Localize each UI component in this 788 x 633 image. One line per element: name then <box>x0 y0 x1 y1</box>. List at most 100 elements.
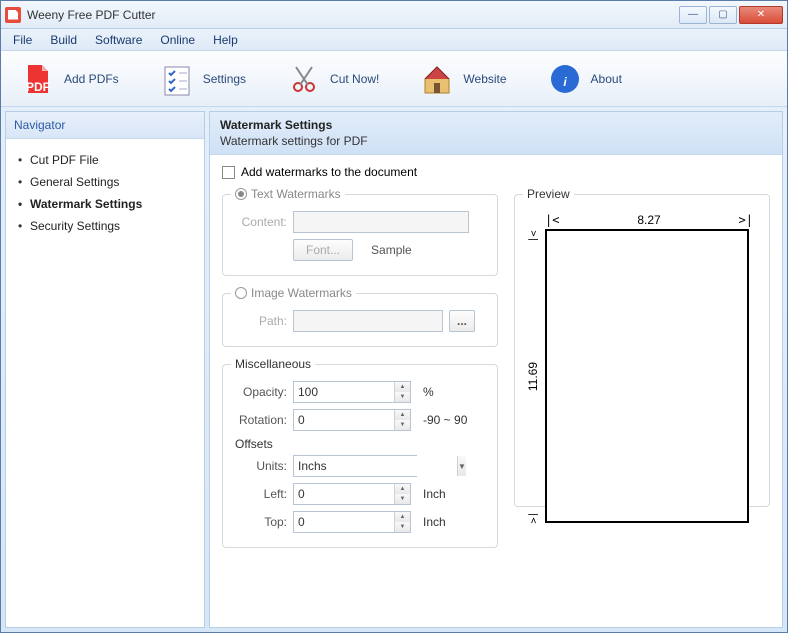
image-watermarks-radio[interactable] <box>235 287 247 299</box>
navigator-title: Navigator <box>6 112 204 139</box>
rotation-hint: -90 ~ 90 <box>423 413 467 427</box>
image-watermarks-group: Image Watermarks Path: ... <box>222 286 498 347</box>
rotation-up[interactable]: ▲ <box>395 410 410 420</box>
left-spinner[interactable]: ▲▼ <box>293 483 411 505</box>
nav-item-watermark-settings[interactable]: Watermark Settings <box>12 193 198 215</box>
page-subtitle: Watermark settings for PDF <box>220 134 772 148</box>
opacity-spinner[interactable]: ▲▼ <box>293 381 411 403</box>
preview-box: |< 8.27 >| >| 11.69 |< <box>523 211 761 529</box>
preview-width: 8.27 <box>637 213 660 227</box>
left-down[interactable]: ▼ <box>395 494 410 504</box>
toolbar-settings[interactable]: Settings <box>152 56 253 102</box>
info-icon: i <box>547 61 583 97</box>
menu-software[interactable]: Software <box>87 31 150 49</box>
browse-button[interactable]: ... <box>449 310 475 332</box>
opacity-label: Opacity: <box>231 385 287 399</box>
top-label: Top: <box>231 515 287 529</box>
arrow-up-icon: >| <box>527 230 538 242</box>
width-dimension: |< 8.27 >| <box>545 213 753 227</box>
window-title: Weeny Free PDF Cutter <box>27 8 679 22</box>
menubar: File Build Software Online Help <box>1 29 787 51</box>
misc-legend: Miscellaneous <box>231 357 315 371</box>
main-header: Watermark Settings Watermark settings fo… <box>210 112 782 155</box>
menu-online[interactable]: Online <box>152 31 203 49</box>
rotation-spinner[interactable]: ▲▼ <box>293 409 411 431</box>
add-watermarks-label: Add watermarks to the document <box>241 165 417 179</box>
offsets-label: Offsets <box>235 437 489 451</box>
main-body: Add watermarks to the document Text Wate… <box>210 155 782 627</box>
nav-item-security-settings[interactable]: Security Settings <box>12 215 198 237</box>
left-unit: Inch <box>423 487 446 501</box>
toolbar: PDF Add PDFs Settings Cut Now! Website i <box>1 51 787 107</box>
font-button[interactable]: Font... <box>293 239 353 261</box>
app-icon <box>5 7 21 23</box>
house-icon <box>419 61 455 97</box>
arrow-down-icon: |< <box>527 511 538 523</box>
menu-build[interactable]: Build <box>42 31 85 49</box>
image-watermarks-legend: Image Watermarks <box>231 286 356 300</box>
opacity-unit: % <box>423 385 434 399</box>
left-input[interactable] <box>294 484 394 504</box>
top-unit: Inch <box>423 515 446 529</box>
app-window: Weeny Free PDF Cutter — ▢ ✕ File Build S… <box>0 0 788 633</box>
navigator-list: Cut PDF File General Settings Watermark … <box>6 139 204 247</box>
top-up[interactable]: ▲ <box>395 512 410 522</box>
left-column: Text Watermarks Content: Font... Sample <box>222 187 498 548</box>
nav-item-general-settings[interactable]: General Settings <box>12 171 198 193</box>
path-input[interactable] <box>293 310 443 332</box>
opacity-up[interactable]: ▲ <box>395 382 410 392</box>
main-panel: Watermark Settings Watermark settings fo… <box>209 111 783 628</box>
rotation-input[interactable] <box>294 410 394 430</box>
sample-label: Sample <box>371 243 412 257</box>
opacity-input[interactable] <box>294 382 394 402</box>
left-label: Left: <box>231 487 287 501</box>
top-down[interactable]: ▼ <box>395 522 410 532</box>
nav-item-cut-pdf[interactable]: Cut PDF File <box>12 149 198 171</box>
opacity-down[interactable]: ▼ <box>395 392 410 402</box>
units-combo[interactable]: ▼ <box>293 455 417 477</box>
preview-group: Preview |< 8.27 >| >| 11.69 <box>514 187 770 507</box>
units-dropdown-icon[interactable]: ▼ <box>457 456 466 476</box>
units-input[interactable] <box>294 456 457 476</box>
top-spinner[interactable]: ▲▼ <box>293 511 411 533</box>
content-input[interactable] <box>293 211 469 233</box>
right-column: Preview |< 8.27 >| >| 11.69 <box>514 187 770 548</box>
titlebar[interactable]: Weeny Free PDF Cutter — ▢ ✕ <box>1 1 787 29</box>
arrow-left-icon: |< <box>545 213 559 227</box>
left-up[interactable]: ▲ <box>395 484 410 494</box>
add-watermarks-row: Add watermarks to the document <box>222 165 770 179</box>
text-watermarks-group: Text Watermarks Content: Font... Sample <box>222 187 498 276</box>
miscellaneous-group: Miscellaneous Opacity: ▲▼ % Rotation <box>222 357 498 548</box>
rotation-label: Rotation: <box>231 413 287 427</box>
settings-columns: Text Watermarks Content: Font... Sample <box>222 187 770 548</box>
text-watermarks-legend: Text Watermarks <box>231 187 345 201</box>
content-area: Navigator Cut PDF File General Settings … <box>1 107 787 632</box>
maximize-button[interactable]: ▢ <box>709 6 737 24</box>
height-dimension: >| 11.69 |< <box>525 231 541 523</box>
content-label: Content: <box>231 215 287 229</box>
toolbar-website[interactable]: Website <box>412 56 513 102</box>
toolbar-add-pdfs[interactable]: PDF Add PDFs <box>13 56 126 102</box>
menu-file[interactable]: File <box>5 31 40 49</box>
minimize-button[interactable]: — <box>679 6 707 24</box>
navigator-panel: Navigator Cut PDF File General Settings … <box>5 111 205 628</box>
top-input[interactable] <box>294 512 394 532</box>
units-label: Units: <box>231 459 287 473</box>
pdf-icon: PDF <box>20 61 56 97</box>
preview-legend: Preview <box>523 187 574 201</box>
svg-text:PDF: PDF <box>26 80 50 94</box>
close-button[interactable]: ✕ <box>739 6 783 24</box>
text-watermarks-radio[interactable] <box>235 188 247 200</box>
checklist-icon <box>159 61 195 97</box>
preview-page <box>545 229 749 523</box>
add-watermarks-checkbox[interactable] <box>222 166 235 179</box>
scissors-icon <box>286 61 322 97</box>
toolbar-about[interactable]: i About <box>540 56 629 102</box>
window-controls: — ▢ ✕ <box>679 6 783 24</box>
toolbar-cut-now[interactable]: Cut Now! <box>279 56 386 102</box>
menu-help[interactable]: Help <box>205 31 246 49</box>
path-label: Path: <box>231 314 287 328</box>
arrow-right-icon: >| <box>739 213 753 227</box>
rotation-down[interactable]: ▼ <box>395 420 410 430</box>
page-title: Watermark Settings <box>220 118 772 132</box>
